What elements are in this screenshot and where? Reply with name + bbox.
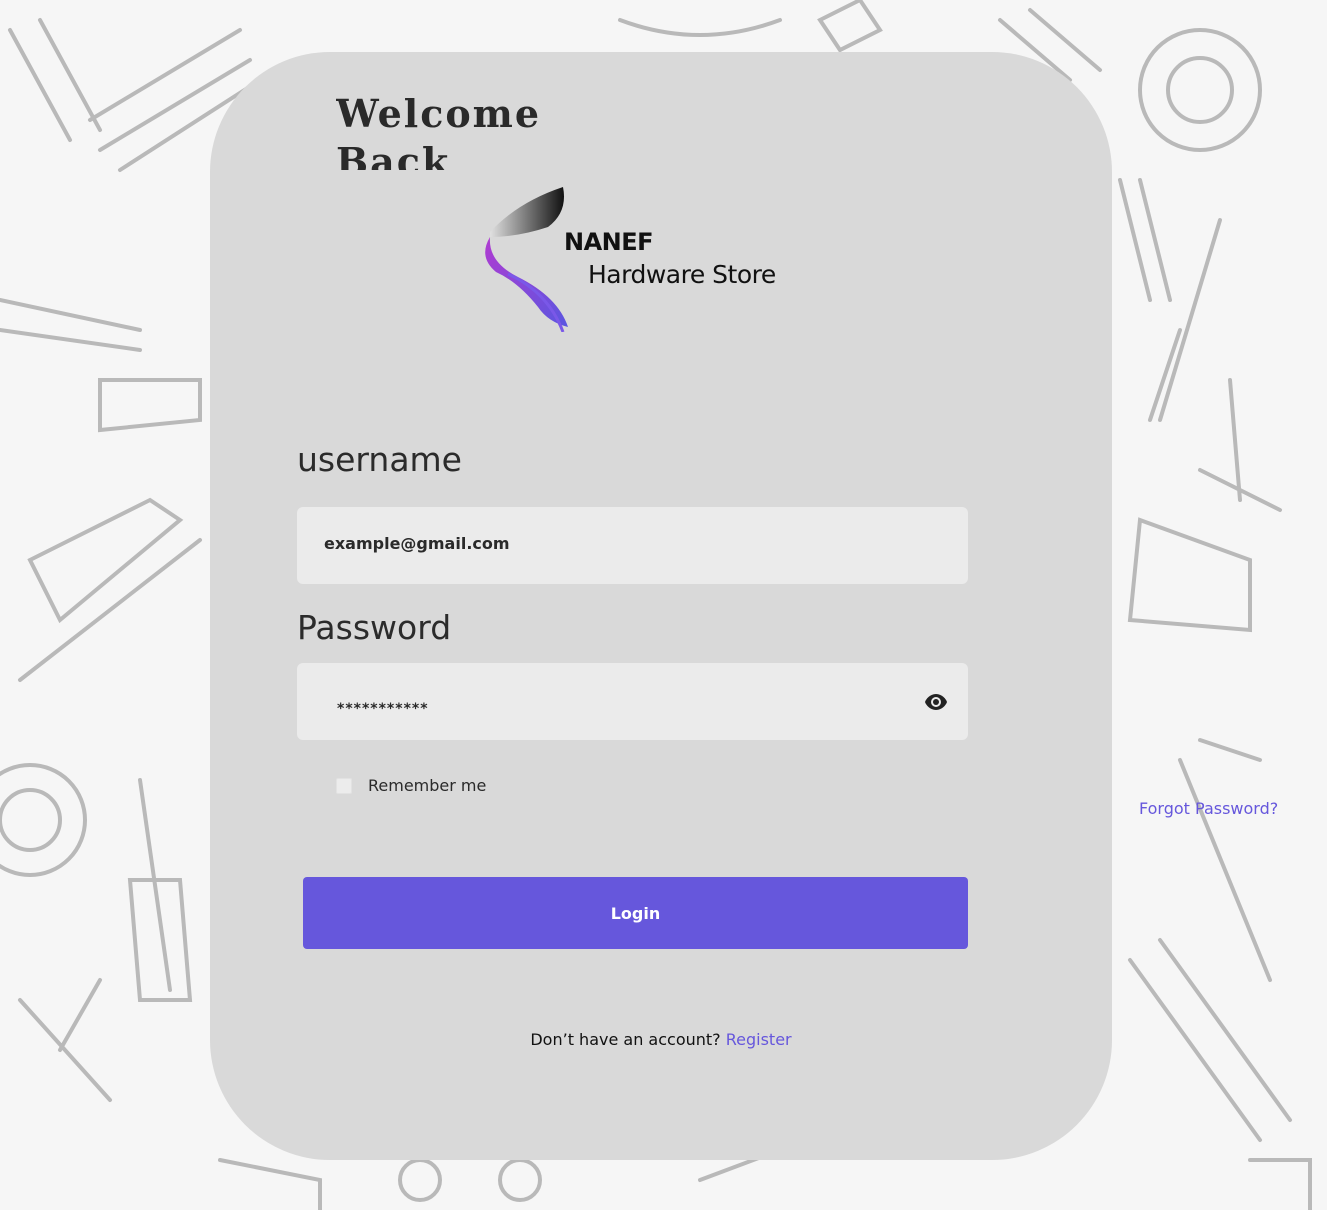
username-field[interactable]: example@gmail.com: [297, 507, 968, 584]
register-link[interactable]: Register: [726, 1030, 792, 1049]
remember-me-label: Remember me: [368, 776, 487, 795]
login-button[interactable]: Login: [303, 877, 968, 949]
logo-brand-text: NANEF: [564, 228, 654, 256]
login-card: Welcome Back NANEF Hardware Store userna…: [210, 52, 1112, 1160]
password-value: ***********: [337, 701, 429, 717]
remember-me-checkbox[interactable]: [336, 777, 352, 794]
logo-subtitle-text: Hardware Store: [588, 260, 776, 289]
register-prompt: Don’t have an account? Register: [210, 1030, 1112, 1049]
username-label: username: [297, 440, 462, 479]
password-field[interactable]: ***********: [297, 663, 968, 740]
remember-me: Remember me: [336, 776, 486, 795]
ribbon-logo-icon: [485, 187, 568, 333]
store-logo: NANEF Hardware Store: [478, 182, 778, 333]
username-value: example@gmail.com: [324, 534, 510, 553]
welcome-heading: Welcome Back: [336, 91, 542, 170]
eye-icon[interactable]: [924, 693, 948, 711]
forgot-password-link[interactable]: Forgot Password?: [1139, 799, 1278, 818]
password-label: Password: [297, 608, 452, 647]
no-account-text: Don’t have an account?: [530, 1030, 726, 1049]
